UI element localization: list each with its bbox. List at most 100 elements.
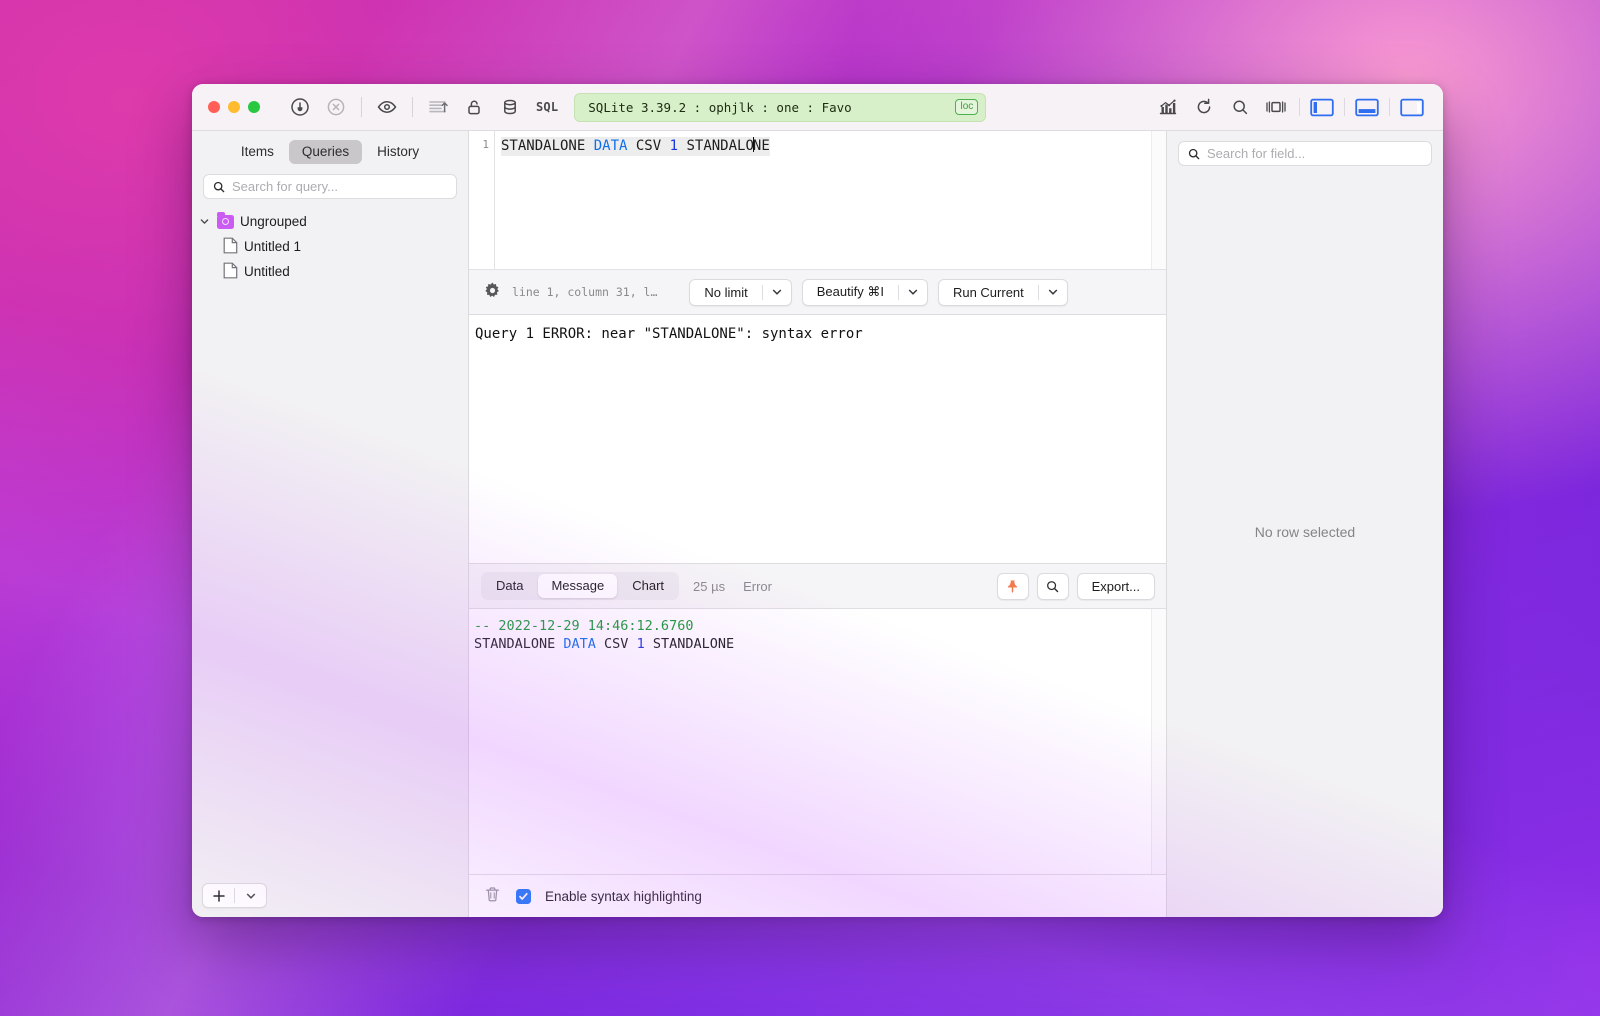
center-column: 1 STANDALONE DATA CSV 1 STANDALONE line …: [469, 131, 1166, 917]
refresh-icon[interactable]: [1186, 92, 1222, 122]
search-icon: [1188, 148, 1200, 159]
tab-chart[interactable]: Chart: [619, 574, 677, 598]
sidebar-footer: [192, 873, 468, 917]
connection-loc-badge: loc: [955, 99, 979, 115]
traffic-lights: [208, 101, 260, 113]
code-token-keyword: DATA: [593, 138, 628, 154]
search-field-placeholder: Search for field...: [1207, 146, 1306, 161]
result-tabs: Data Message Chart: [481, 572, 680, 600]
minimize-window-button[interactable]: [228, 101, 240, 113]
plus-icon: [212, 889, 225, 902]
sql-mode-label[interactable]: SQL: [528, 100, 566, 114]
pin-icon[interactable]: [996, 572, 1029, 600]
indent-icon[interactable]: [420, 92, 456, 122]
row-limit-dropdown[interactable]: No limit: [689, 278, 792, 306]
message-pane[interactable]: -- 2022-12-29 14:46:12.6760 STANDALONE DA…: [469, 609, 1166, 874]
run-current-dropdown[interactable]: Run Current: [937, 278, 1068, 306]
sidebar-tabs: Items Queries History: [192, 131, 468, 170]
folder-gear-icon: [217, 211, 234, 229]
search-icon: [213, 181, 225, 192]
search-icon[interactable]: [1222, 92, 1258, 122]
search-query-input[interactable]: Search for query...: [203, 174, 457, 199]
document-icon: [223, 237, 238, 257]
beautify-label: Beautify ⌘I: [816, 284, 884, 299]
editor-code-area[interactable]: STANDALONE DATA CSV 1 STANDALONE: [495, 131, 1166, 269]
result-toolbar: Data Message Chart 25 µs Error Export...: [469, 564, 1166, 609]
message-vertical-scrollbar[interactable]: [1151, 609, 1166, 874]
code-token-text: STANDALONE: [474, 636, 564, 652]
tab-items[interactable]: Items: [228, 140, 287, 164]
tree-item-untitled-1[interactable]: Untitled 1: [192, 234, 468, 259]
left-panel-toggle-icon[interactable]: [1305, 92, 1339, 122]
chart-stats-icon[interactable]: [1150, 92, 1186, 122]
add-query-button[interactable]: [203, 884, 234, 907]
result-error-pane: Query 1 ERROR: near "STANDALONE": syntax…: [469, 315, 1166, 564]
result-error-text: Query 1 ERROR: near "STANDALONE": syntax…: [475, 326, 863, 342]
tab-queries[interactable]: Queries: [288, 140, 363, 164]
tree-item-ungrouped[interactable]: Ungrouped: [192, 209, 468, 234]
tree-item-label: Ungrouped: [240, 214, 307, 229]
tree-item-label: Untitled: [244, 264, 290, 279]
toolbar-divider: [1344, 98, 1345, 116]
document-icon: [223, 262, 238, 282]
enable-syntax-highlighting-label[interactable]: Enable syntax highlighting: [545, 889, 702, 904]
gear-icon[interactable]: [483, 281, 502, 303]
message-query-line: STANDALONE DATA CSV 1 STANDALONE: [474, 635, 1166, 653]
toolbar-divider: [1299, 98, 1300, 116]
tab-history[interactable]: History: [364, 140, 432, 164]
zoom-window-button[interactable]: [248, 101, 260, 113]
chevron-down-icon[interactable]: [899, 286, 927, 298]
checkmark-icon: [519, 892, 528, 900]
eye-icon[interactable]: [369, 92, 405, 122]
connection-pill[interactable]: SQLite 3.39.2 : ophjlk : one : Favo loc: [574, 92, 987, 122]
search-query-placeholder: Search for query...: [232, 179, 338, 194]
beautify-dropdown[interactable]: Beautify ⌘I: [801, 278, 928, 306]
tab-data[interactable]: Data: [483, 574, 536, 598]
toolbar-divider: [412, 97, 413, 117]
app-window: SQL SQLite 3.39.2 : ophjlk : one : Favo …: [192, 84, 1443, 917]
export-button[interactable]: Export...: [1076, 572, 1155, 600]
center-panel-icon[interactable]: [1258, 92, 1294, 122]
code-token-text: CSV: [627, 138, 670, 154]
enable-syntax-highlighting-checkbox[interactable]: [516, 888, 531, 904]
sql-editor[interactable]: 1 STANDALONE DATA CSV 1 STANDALONE: [469, 131, 1166, 270]
editor-vertical-scrollbar[interactable]: [1151, 131, 1166, 269]
right-panel-toggle-icon[interactable]: [1395, 92, 1429, 122]
row-limit-label: No limit: [704, 284, 748, 300]
unlock-icon[interactable]: [456, 92, 492, 122]
bottom-panel-toggle-icon[interactable]: [1350, 92, 1384, 122]
search-result-icon[interactable]: [1036, 572, 1069, 600]
disconnect-icon[interactable]: [318, 92, 354, 122]
chevron-down-icon[interactable]: [198, 216, 211, 227]
result-toolbar-actions: Export...: [996, 572, 1155, 600]
chevron-down-icon[interactable]: [1039, 286, 1067, 298]
query-duration-label: 25 µs: [693, 578, 726, 594]
toolbar-divider: [1389, 98, 1390, 116]
left-sidebar: Items Queries History Search for query..…: [192, 131, 469, 917]
chevron-down-icon[interactable]: [763, 286, 791, 298]
search-field-input[interactable]: Search for field...: [1178, 141, 1432, 166]
run-current-label: Run Current: [952, 284, 1024, 300]
cursor-position-label: line 1, column 31, l…: [512, 285, 658, 299]
tree-item-label: Untitled 1: [244, 239, 302, 254]
close-window-button[interactable]: [208, 101, 220, 113]
code-token-text: STANDALONE: [644, 636, 735, 652]
code-token-text: CSV: [595, 636, 637, 652]
code-token-keyword: DATA: [563, 636, 596, 652]
code-token-number: 1: [669, 138, 679, 154]
code-token-number: 1: [636, 636, 645, 652]
database-icon[interactable]: [492, 92, 528, 122]
plug-icon[interactable]: [282, 92, 318, 122]
query-search-wrap: Search for query...: [192, 170, 468, 207]
chevron-down-icon: [246, 893, 255, 899]
field-search-wrap: Search for field...: [1167, 131, 1443, 166]
code-token-text: NE: [752, 138, 770, 154]
message-bottom-bar: Enable syntax highlighting: [469, 874, 1166, 917]
add-query-menu-button[interactable]: [235, 884, 266, 907]
trash-icon[interactable]: [483, 885, 502, 907]
editor-statusbar: line 1, column 31, l… No limit Beautify …: [469, 270, 1166, 315]
tab-message[interactable]: Message: [538, 574, 618, 598]
query-tree: Ungrouped Untitled 1 Untitled: [192, 207, 468, 873]
tree-item-untitled[interactable]: Untitled: [192, 259, 468, 284]
connection-label: SQLite 3.39.2 : ophjlk : one : Favo: [588, 99, 852, 115]
